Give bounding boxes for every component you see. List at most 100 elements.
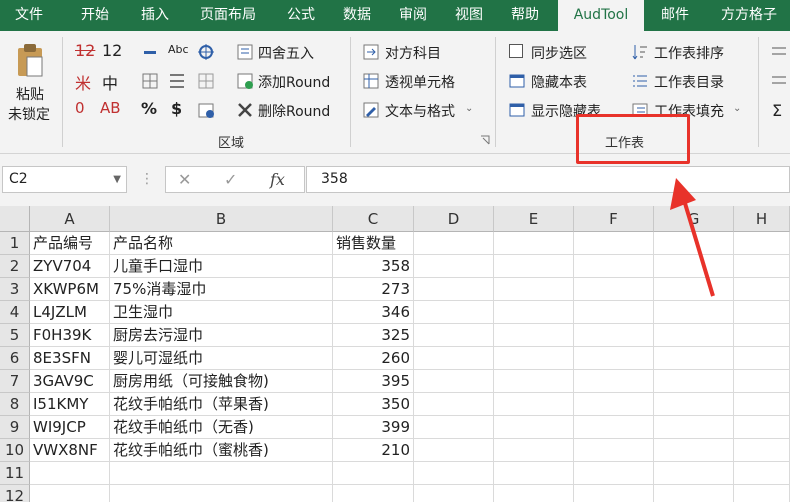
cell-e10[interactable]	[494, 439, 574, 462]
hide-sheet-button[interactable]: 隐藏本表	[531, 72, 587, 92]
column-header-d[interactable]: D	[414, 206, 494, 232]
more-tools-icon-2[interactable]	[770, 72, 788, 90]
abc-button[interactable]: Abc	[168, 43, 189, 56]
rows-icon[interactable]	[168, 72, 186, 90]
cell-h2[interactable]	[734, 255, 790, 278]
column-header-h[interactable]: H	[734, 206, 790, 232]
cell-d4[interactable]	[414, 301, 494, 324]
row-header-11[interactable]: 11	[0, 462, 30, 485]
cell-a11[interactable]	[30, 462, 110, 485]
cell-g10[interactable]	[654, 439, 734, 462]
cell-c10[interactable]: 210	[333, 439, 414, 462]
cell-a8[interactable]: I51KMY	[30, 393, 110, 416]
cell-e6[interactable]	[494, 347, 574, 370]
confirm-icon[interactable]: ✓	[224, 170, 237, 189]
chevron-down-icon[interactable]: ⌄	[733, 103, 741, 114]
cell-b5[interactable]: 厨房去污湿巾	[110, 324, 333, 347]
tab-view[interactable]: 视图	[446, 0, 492, 31]
cell-d2[interactable]	[414, 255, 494, 278]
cell-h11[interactable]	[734, 462, 790, 485]
row-header-4[interactable]: 4	[0, 301, 30, 324]
delete-round-button[interactable]: 删除Round	[258, 101, 330, 121]
sync-select-label[interactable]: 同步选区	[531, 43, 587, 63]
column-header-b[interactable]: B	[110, 206, 333, 232]
cell-d1[interactable]	[414, 232, 494, 255]
row-header-5[interactable]: 5	[0, 324, 30, 347]
cell-c6[interactable]: 260	[333, 347, 414, 370]
cell-a12[interactable]	[30, 485, 110, 502]
cell-c5[interactable]: 325	[333, 324, 414, 347]
cell-a7[interactable]: 3GAV9C	[30, 370, 110, 393]
clear-letters-icon[interactable]: AB	[100, 99, 121, 117]
tab-home[interactable]: 开始	[72, 0, 118, 31]
cells-icon[interactable]	[197, 72, 215, 90]
tab-fangfang[interactable]: 方方格子	[708, 0, 790, 31]
chevron-down-icon[interactable]: ⌄	[465, 103, 473, 114]
cell-h12[interactable]	[734, 485, 790, 502]
cell-f6[interactable]	[574, 347, 654, 370]
cell-c9[interactable]: 399	[333, 416, 414, 439]
insert-function-icon[interactable]: fx	[270, 170, 285, 189]
cell-b4[interactable]: 卫生湿巾	[110, 301, 333, 324]
paste-icon[interactable]	[15, 43, 45, 77]
cell-e2[interactable]	[494, 255, 574, 278]
target-icon[interactable]	[197, 43, 215, 61]
cell-f1[interactable]	[574, 232, 654, 255]
row-header-3[interactable]: 3	[0, 278, 30, 301]
row-header-9[interactable]: 9	[0, 416, 30, 439]
cell-h6[interactable]	[734, 347, 790, 370]
cell-f5[interactable]	[574, 324, 654, 347]
dollar-button[interactable]: $	[171, 99, 182, 118]
percent-button[interactable]: %	[141, 99, 157, 118]
cell-h4[interactable]	[734, 301, 790, 324]
cell-a6[interactable]: 8E3SFN	[30, 347, 110, 370]
cell-d10[interactable]	[414, 439, 494, 462]
cell-d11[interactable]	[414, 462, 494, 485]
cell-c7[interactable]: 395	[333, 370, 414, 393]
tab-help[interactable]: 帮助	[502, 0, 548, 31]
cell-b2[interactable]: 儿童手口湿巾	[110, 255, 333, 278]
add-round-button[interactable]: 添加Round	[258, 72, 330, 92]
cell-c3[interactable]: 273	[333, 278, 414, 301]
cell-e3[interactable]	[494, 278, 574, 301]
cell-a9[interactable]: WI9JCP	[30, 416, 110, 439]
cell-d5[interactable]	[414, 324, 494, 347]
date-format-icon[interactable]	[197, 101, 215, 119]
tab-insert[interactable]: 插入	[132, 0, 178, 31]
cell-h9[interactable]	[734, 416, 790, 439]
strike-mid-icon[interactable]: 米	[75, 70, 91, 94]
cell-b9[interactable]: 花纹手帕纸巾（无香)	[110, 416, 333, 439]
cell-d12[interactable]	[414, 485, 494, 502]
cell-b7[interactable]: 厨房用纸（可接触食物)	[110, 370, 333, 393]
cell-h1[interactable]	[734, 232, 790, 255]
chevron-down-icon[interactable]: ▼	[113, 167, 121, 192]
row-header-8[interactable]: 8	[0, 393, 30, 416]
row-header-12[interactable]: 12	[0, 485, 30, 502]
column-header-f[interactable]: F	[574, 206, 654, 232]
cell-b10[interactable]: 花纹手帕纸巾（蜜桃香)	[110, 439, 333, 462]
cell-a2[interactable]: ZYV704	[30, 255, 110, 278]
cell-e5[interactable]	[494, 324, 574, 347]
cell-f7[interactable]	[574, 370, 654, 393]
cell-g6[interactable]	[654, 347, 734, 370]
cell-a10[interactable]: VWX8NF	[30, 439, 110, 462]
cell-g9[interactable]	[654, 416, 734, 439]
tab-file[interactable]: 文件	[6, 0, 52, 31]
column-header-e[interactable]: E	[494, 206, 574, 232]
tab-page-layout[interactable]: 页面布局	[190, 0, 266, 31]
cell-e1[interactable]	[494, 232, 574, 255]
mid-button[interactable]: 中	[102, 70, 118, 94]
row-header-2[interactable]: 2	[0, 255, 30, 278]
cell-d7[interactable]	[414, 370, 494, 393]
tab-review[interactable]: 审阅	[390, 0, 436, 31]
cell-d6[interactable]	[414, 347, 494, 370]
number-strike-button[interactable]: 12	[75, 41, 95, 60]
cell-c2[interactable]: 358	[333, 255, 414, 278]
cell-c11[interactable]	[333, 462, 414, 485]
cell-b12[interactable]	[110, 485, 333, 502]
cell-h5[interactable]	[734, 324, 790, 347]
cell-g5[interactable]	[654, 324, 734, 347]
dialog-launcher-icon[interactable]	[480, 135, 490, 145]
cell-b3[interactable]: 75%消毒湿巾	[110, 278, 333, 301]
cell-h8[interactable]	[734, 393, 790, 416]
